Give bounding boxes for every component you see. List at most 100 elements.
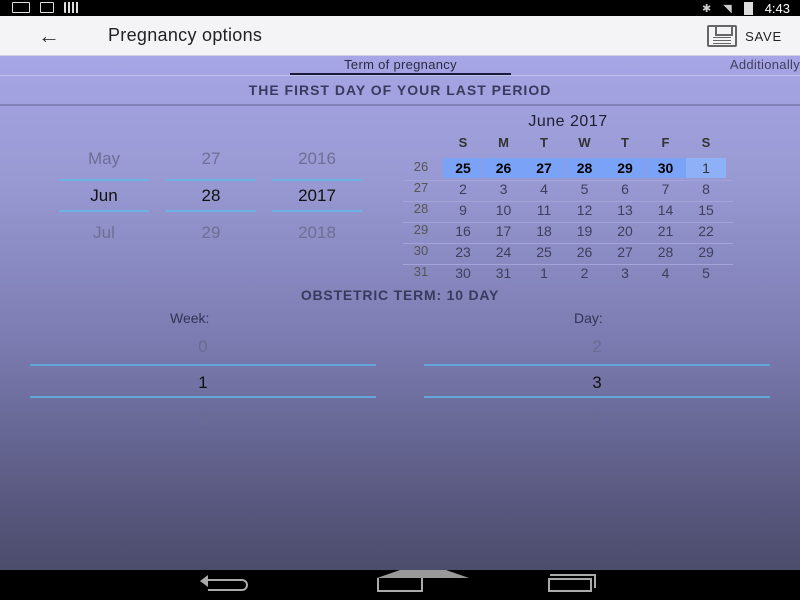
section-divider bbox=[0, 104, 800, 106]
navigation-bar bbox=[0, 570, 800, 600]
obstetric-term-label: OBSTETRIC TERM: 10 DAY bbox=[300, 287, 500, 303]
status-bar: ✱ ◥ 4:43 bbox=[0, 0, 800, 16]
calendar-day[interactable]: 8 bbox=[686, 179, 726, 199]
picker-line bbox=[272, 210, 362, 212]
month-next[interactable]: Jul bbox=[59, 223, 149, 243]
day-prev[interactable]: 27 bbox=[166, 149, 256, 169]
week-number: 29 bbox=[413, 222, 429, 237]
nav-back-button[interactable] bbox=[198, 574, 258, 596]
calendar-day[interactable]: 22 bbox=[686, 221, 726, 241]
week-picker[interactable]: 0 1 2 bbox=[30, 334, 376, 434]
week-selected[interactable]: 1 bbox=[30, 373, 376, 393]
days-selected[interactable]: 3 bbox=[424, 373, 770, 393]
nav-home-button[interactable] bbox=[370, 570, 469, 596]
weekday-header: M bbox=[498, 135, 509, 150]
weekday-header: W bbox=[578, 135, 591, 150]
days-next[interactable]: 4 bbox=[424, 410, 770, 430]
calendar-day[interactable]: 29 bbox=[686, 242, 726, 262]
calendar-day[interactable]: 29 bbox=[605, 158, 645, 178]
year-selected[interactable]: 2017 bbox=[272, 186, 362, 206]
calendar-day[interactable]: 23 bbox=[443, 242, 483, 262]
calendar-day[interactable]: 19 bbox=[565, 221, 605, 241]
save-button[interactable]: SAVE bbox=[707, 23, 782, 49]
week-number: 26 bbox=[413, 159, 429, 174]
calendar-day[interactable]: 13 bbox=[605, 200, 645, 220]
weekday-header: S bbox=[701, 135, 711, 150]
week-prev[interactable]: 0 bbox=[30, 337, 376, 357]
picker-line bbox=[30, 396, 376, 398]
wifi-icon: ◥ bbox=[723, 3, 732, 15]
back-nav-icon bbox=[200, 575, 248, 591]
picker-line bbox=[30, 364, 376, 366]
save-label: SAVE bbox=[745, 28, 782, 44]
calendar-day[interactable]: 20 bbox=[605, 221, 645, 241]
calendar-day[interactable]: 5 bbox=[565, 179, 605, 199]
calendar-day[interactable]: 26 bbox=[483, 158, 524, 178]
week-next[interactable]: 2 bbox=[30, 410, 376, 430]
picker-line bbox=[272, 179, 362, 181]
calendar-day[interactable]: 24 bbox=[484, 242, 524, 262]
month-prev[interactable]: May bbox=[59, 149, 149, 169]
days-prev[interactable]: 2 bbox=[424, 337, 770, 357]
calendar-day[interactable]: 26 bbox=[565, 242, 605, 262]
calendar-day[interactable]: 17 bbox=[484, 221, 524, 241]
month-picker[interactable]: May Jun Jul bbox=[59, 146, 149, 246]
calendar-day[interactable]: 9 bbox=[443, 200, 483, 220]
day-next[interactable]: 29 bbox=[166, 223, 256, 243]
calendar-day[interactable]: 28 bbox=[564, 158, 605, 178]
days-picker[interactable]: 2 3 4 bbox=[424, 334, 770, 434]
picker-line bbox=[59, 179, 149, 181]
calendar-day[interactable]: 21 bbox=[646, 221, 686, 241]
calendar-day[interactable]: 4 bbox=[524, 179, 564, 199]
back-arrow-icon[interactable]: ← bbox=[34, 22, 64, 50]
day-picker[interactable]: 27 28 29 bbox=[166, 146, 256, 246]
tab-bar: Term of pregnancy Additionally bbox=[0, 56, 800, 76]
calendar-day[interactable]: 1 bbox=[686, 158, 726, 178]
calendar-day[interactable]: 25 bbox=[443, 158, 483, 178]
calendar-day[interactable]: 2 bbox=[443, 179, 483, 199]
calendar-day[interactable]: 25 bbox=[524, 242, 564, 262]
tab-term-of-pregnancy[interactable]: Term of pregnancy bbox=[290, 57, 511, 75]
calendar-day[interactable]: 31 bbox=[484, 263, 524, 283]
calendar-day[interactable]: 10 bbox=[484, 200, 524, 220]
calendar-day[interactable]: 7 bbox=[646, 179, 686, 199]
floppy-disk-icon bbox=[707, 25, 738, 47]
year-next[interactable]: 2018 bbox=[272, 223, 362, 243]
calendar-day[interactable]: 27 bbox=[605, 242, 645, 262]
tab-additionally[interactable]: Additionally bbox=[680, 57, 800, 72]
week-number: 31 bbox=[413, 264, 429, 279]
month-selected[interactable]: Jun bbox=[59, 186, 149, 206]
calendar-day[interactable]: 14 bbox=[646, 200, 686, 220]
app-bar: ← Pregnancy options SAVE bbox=[0, 16, 800, 56]
calendar-day[interactable]: 3 bbox=[484, 179, 524, 199]
calendar-day[interactable]: 3 bbox=[605, 263, 645, 283]
tab-divider bbox=[0, 75, 800, 76]
download-icon bbox=[40, 2, 54, 13]
week-number: 27 bbox=[413, 180, 429, 195]
calendar-title: June 2017 bbox=[528, 113, 608, 130]
nav-recents-button[interactable] bbox=[540, 574, 600, 596]
calendar-day[interactable]: 30 bbox=[443, 263, 483, 283]
year-prev[interactable]: 2016 bbox=[272, 149, 362, 169]
section-divider bbox=[0, 304, 800, 306]
weekday-header: T bbox=[621, 135, 629, 150]
calendar-day[interactable]: 5 bbox=[686, 263, 726, 283]
calendar-day[interactable]: 4 bbox=[646, 263, 686, 283]
calendar-day[interactable]: 11 bbox=[524, 200, 564, 220]
calendar-day[interactable]: 6 bbox=[605, 179, 645, 199]
weekday-header: T bbox=[540, 135, 548, 150]
picker-line bbox=[59, 210, 149, 212]
calendar-day[interactable]: 28 bbox=[646, 242, 686, 262]
day-selected[interactable]: 28 bbox=[166, 186, 256, 206]
calendar-day[interactable]: 18 bbox=[524, 221, 564, 241]
notification-icons bbox=[12, 2, 80, 13]
calendar-day[interactable]: 12 bbox=[565, 200, 605, 220]
year-picker[interactable]: 2016 2017 2018 bbox=[272, 146, 362, 246]
calendar-day[interactable]: 30 bbox=[645, 158, 686, 178]
calendar-day[interactable]: 15 bbox=[686, 200, 726, 220]
calendar-day[interactable]: 1 bbox=[524, 263, 564, 283]
page-title: Pregnancy options bbox=[108, 25, 263, 45]
calendar-day[interactable]: 27 bbox=[524, 158, 564, 178]
calendar-day[interactable]: 16 bbox=[443, 221, 483, 241]
calendar-day[interactable]: 2 bbox=[565, 263, 605, 283]
